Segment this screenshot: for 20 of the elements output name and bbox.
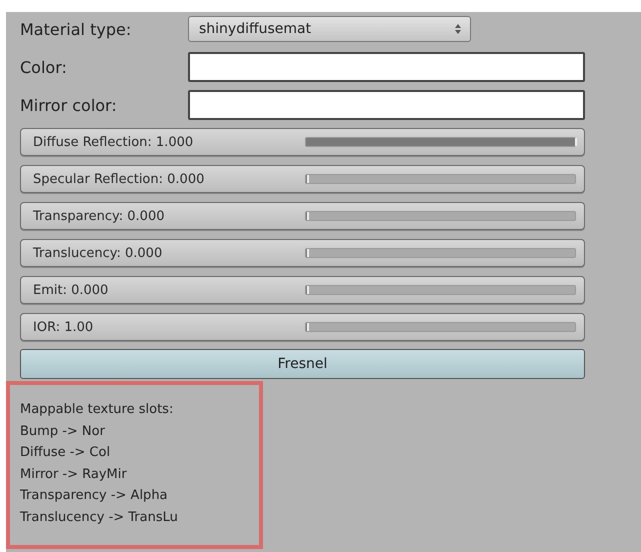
up-down-arrows-icon — [454, 23, 462, 35]
color-field[interactable] — [188, 90, 585, 120]
value-slider[interactable]: Emit: 0.000 — [20, 276, 585, 304]
material-type-dropdown[interactable]: shinydiffusemat — [188, 16, 471, 42]
texture-slot-text: Mirror -> RayMir — [20, 466, 128, 484]
texture-slot-text: Diffuse -> Col — [20, 444, 112, 462]
texture-slot-text: Mappable texture slots: — [20, 401, 174, 419]
texture-slot-text: Bump -> Nor — [20, 422, 106, 440]
value-slider[interactable]: Translucency: 0.000 — [20, 239, 585, 267]
value-slider[interactable]: IOR: 1.00 — [20, 313, 585, 341]
value-slider[interactable]: Diffuse Reflection: 1.000 — [20, 128, 585, 156]
value-slider[interactable]: Transparency: 0.000 — [20, 202, 585, 230]
field-label: Material type: — [20, 20, 132, 38]
texture-slot-text: Translucency -> TransLu — [20, 508, 179, 526]
texture-slot-text: Transparency -> Alpha — [20, 487, 169, 505]
field-label: Color: — [20, 58, 68, 76]
value-slider[interactable]: Specular Reflection: 0.000 — [20, 165, 585, 193]
color-field[interactable] — [188, 52, 585, 82]
field-label: Mirror color: — [20, 96, 118, 114]
fresnel-button[interactable]: Fresnel — [20, 349, 585, 379]
